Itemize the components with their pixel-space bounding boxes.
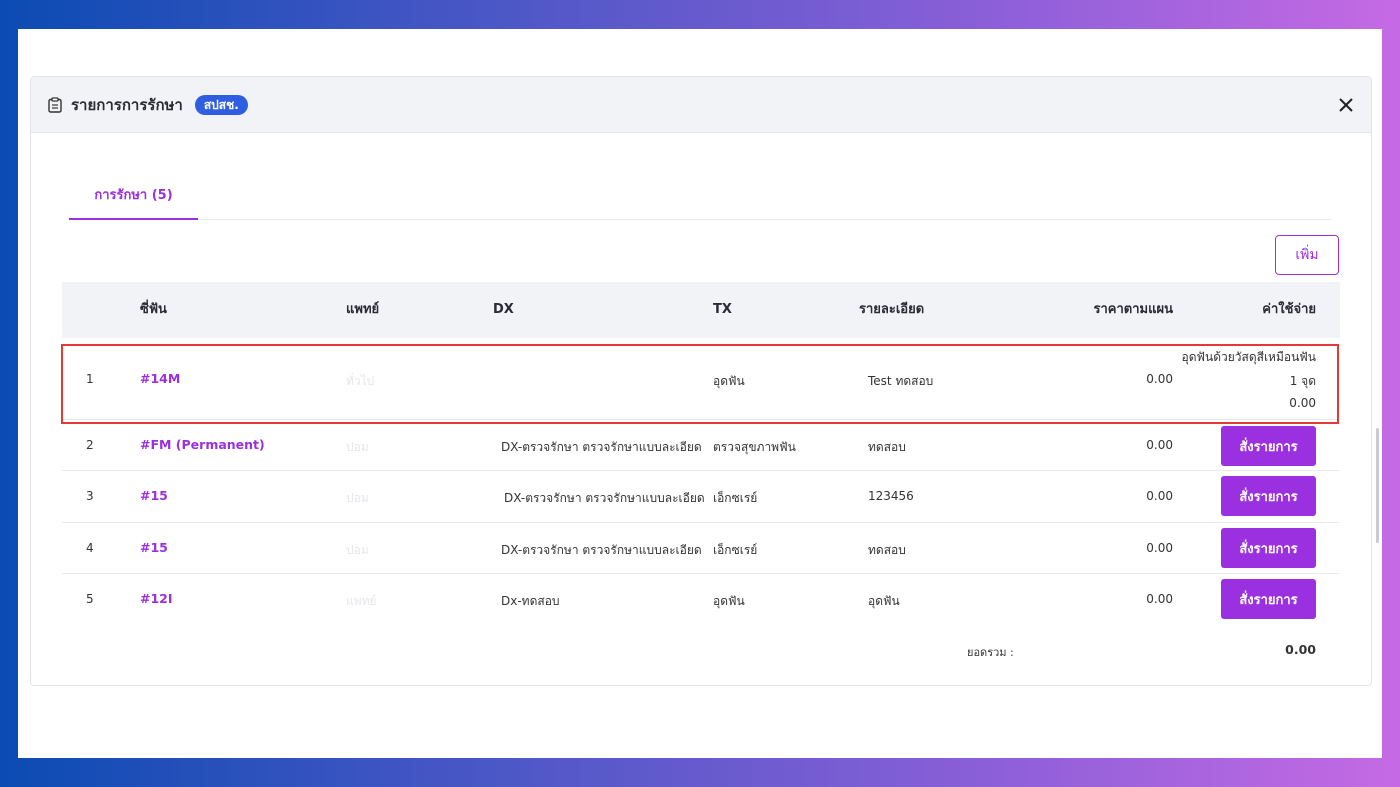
tx-value: อุดฟัน xyxy=(713,594,745,608)
row-divider-mask xyxy=(303,574,428,575)
row-number: 4 xyxy=(86,541,94,555)
row-number: 3 xyxy=(86,489,94,503)
col-detail: รายละเอียด xyxy=(859,302,925,317)
close-button[interactable] xyxy=(1335,94,1357,116)
detail-value: 123456 xyxy=(868,489,914,503)
tx-value: ตรวจสุขภาพฟัน xyxy=(713,440,796,454)
col-dx: DX xyxy=(493,302,514,317)
tab-bar: การรักษา (5) xyxy=(69,176,1332,220)
table-row: 5 #12I แพทย์ Dx-ทดสอบ อุดฟัน อุดฟัน 0.00… xyxy=(62,574,1340,626)
order-button[interactable]: สั่งรายการ xyxy=(1221,476,1316,516)
total-value: 0.00 xyxy=(1285,642,1316,657)
clipboard-icon xyxy=(48,96,62,113)
doctor-name: แพทย์ xyxy=(346,594,377,608)
detail-value: ทดสอบ xyxy=(868,440,906,454)
col-cost: ค่าใช้จ่าย xyxy=(1262,302,1316,317)
doctor-name: ปอม xyxy=(346,543,369,557)
detail-value: อุดฟัน xyxy=(868,594,900,608)
tx-value: เอ็กซเรย์ xyxy=(713,543,758,557)
plan-price: 0.00 xyxy=(1146,489,1173,503)
dx-value: DX-ตรวจรักษา ตรวจรักษาแบบละเอียด xyxy=(504,491,705,505)
col-tx: TX xyxy=(713,302,732,317)
total-label: ยอดรวม : xyxy=(967,646,1014,659)
row-divider-mask xyxy=(303,523,428,524)
tab-treatment[interactable]: การรักษา (5) xyxy=(69,176,198,220)
order-button[interactable]: สั่งรายการ xyxy=(1221,426,1316,466)
plan-price: 0.00 xyxy=(1146,438,1173,452)
row-number: 5 xyxy=(86,592,94,606)
tooth-link[interactable]: #FM (Permanent) xyxy=(140,437,265,452)
tx-value: เอ็กซเรย์ xyxy=(713,491,758,505)
detail-value: ทดสอบ xyxy=(868,543,906,557)
order-button[interactable]: สั่งรายการ xyxy=(1221,579,1316,619)
row-highlight-box xyxy=(61,344,1339,424)
add-button[interactable]: เพิ่ม xyxy=(1275,235,1339,275)
table-row: 2 #FM (Permanent) ปอม DX-ตรวจรักษา ตรวจร… xyxy=(62,420,1340,471)
doctor-name: ปอม xyxy=(346,491,369,505)
plan-price: 0.00 xyxy=(1146,541,1173,555)
order-button[interactable]: สั่งรายการ xyxy=(1221,528,1316,568)
tooth-link[interactable]: #15 xyxy=(140,540,168,555)
dx-value: DX-ตรวจรักษา ตรวจรักษาแบบละเอียด xyxy=(501,543,702,557)
tooth-link[interactable]: #15 xyxy=(140,488,168,503)
plan-price: 0.00 xyxy=(1146,592,1173,606)
table-header: ซี่ฟัน แพทย์ DX TX รายละเอียด ราคาตามแผน… xyxy=(62,282,1340,338)
modal-title: รายการการรักษา xyxy=(71,95,183,114)
table-row: 3 #15 ปอม DX-ตรวจรักษา ตรวจรักษาแบบละเอี… xyxy=(62,471,1340,523)
dx-value: Dx-ทดสอบ xyxy=(501,594,560,608)
col-doctor: แพทย์ xyxy=(346,302,380,317)
nhso-badge: สปสช. xyxy=(194,94,248,115)
row-number: 2 xyxy=(86,438,94,452)
dx-value: DX-ตรวจรักษา ตรวจรักษาแบบละเอียด xyxy=(501,440,702,454)
tooth-link[interactable]: #12I xyxy=(140,591,173,606)
modal-header: รายการการรักษา สปสช. xyxy=(31,77,1371,133)
table-row: 4 #15 ปอม DX-ตรวจรักษา ตรวจรักษาแบบละเอี… xyxy=(62,523,1340,574)
doctor-name: ปอม xyxy=(346,440,369,454)
col-plan-price: ราคาตามแผน xyxy=(1093,302,1173,317)
scrollbar[interactable] xyxy=(1376,428,1379,543)
row-divider-mask xyxy=(303,471,428,472)
close-icon xyxy=(1339,98,1353,112)
col-tooth: ซี่ฟัน xyxy=(140,302,167,317)
